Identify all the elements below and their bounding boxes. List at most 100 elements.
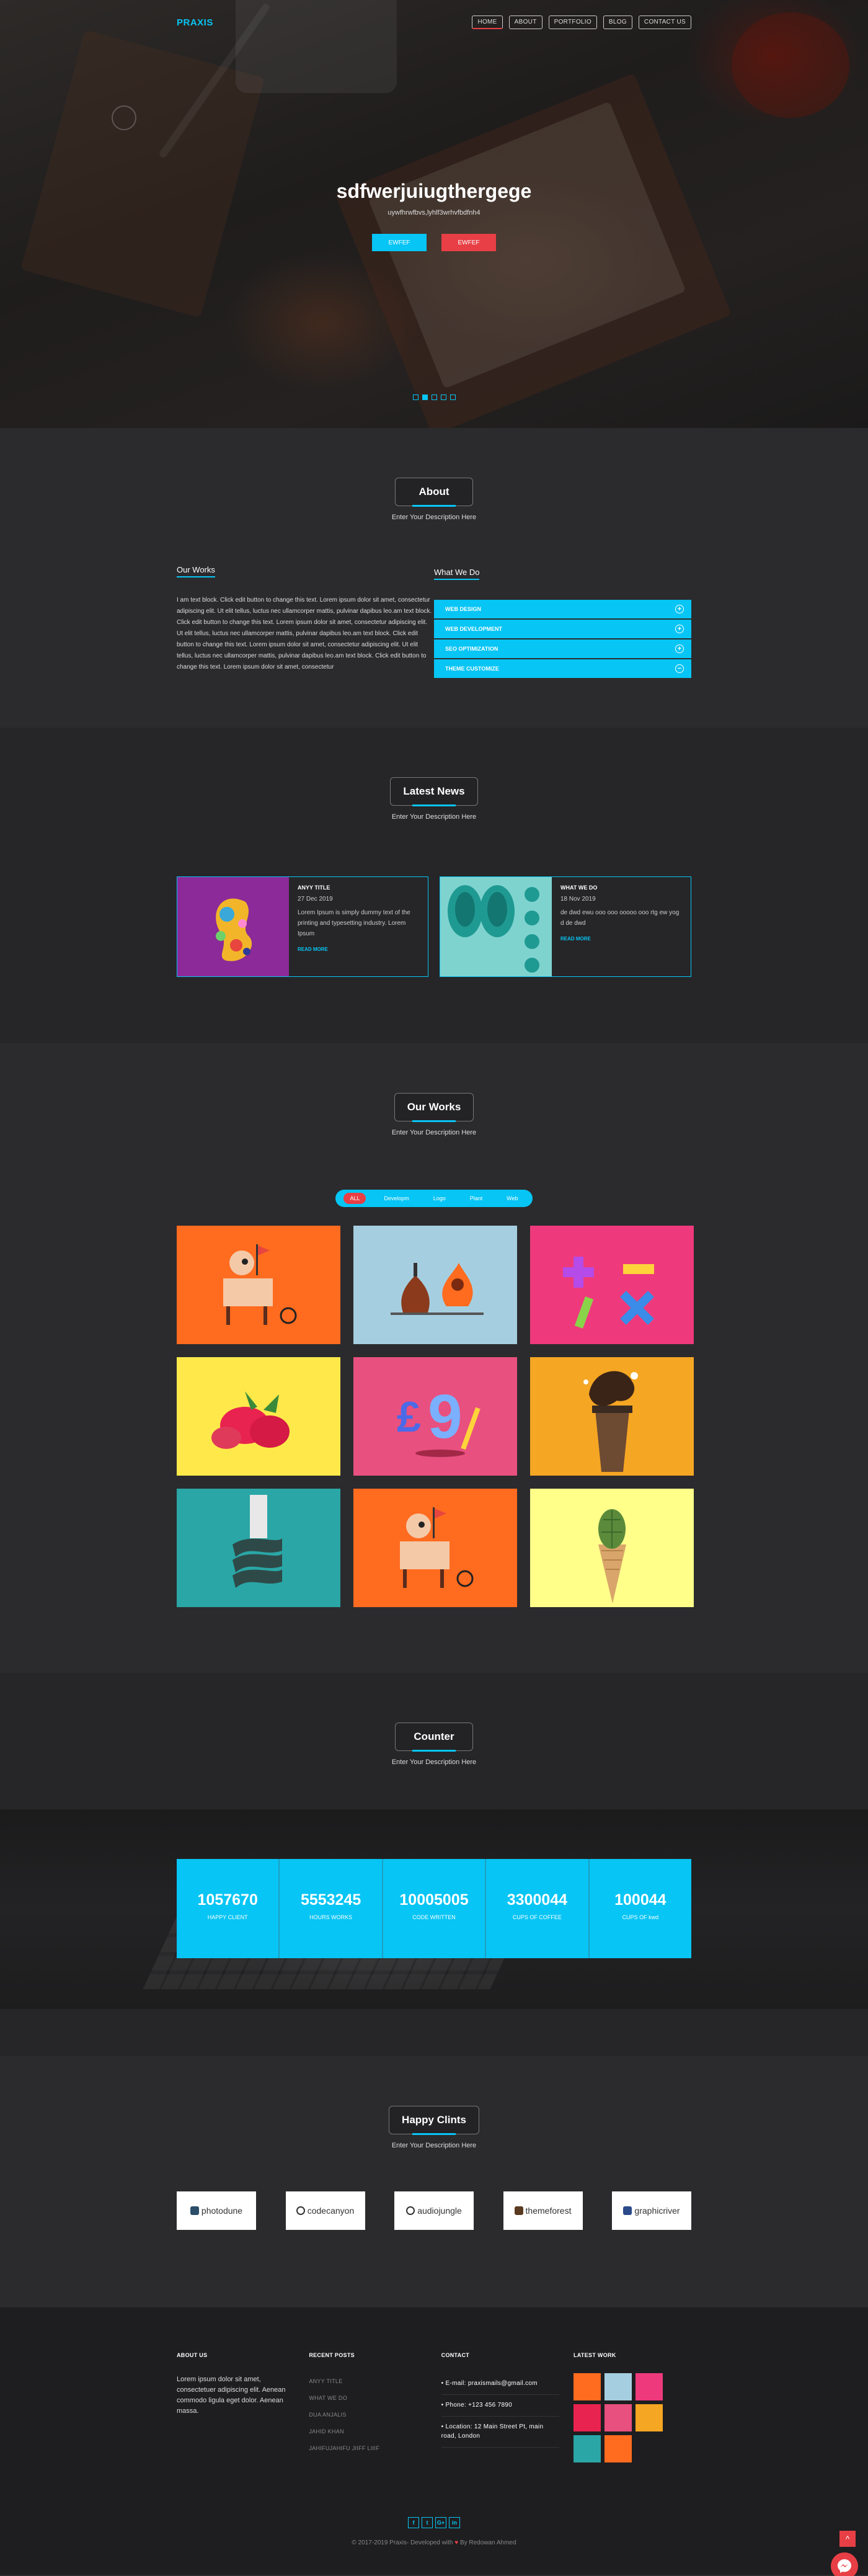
accordion-item-theme[interactable]: THEME CUSTOMIZE − (434, 659, 691, 679)
nav-blog[interactable]: BLOG (603, 16, 632, 29)
slider-dot[interactable] (440, 394, 446, 400)
latest-work-thumb[interactable] (573, 2404, 601, 2431)
hero-bg-shape (112, 105, 136, 130)
latest-work-thumb[interactable] (604, 2373, 632, 2400)
counter-item: 10005005 CODE WRITTEN (383, 1859, 487, 1958)
news-date: 18 Nov 2019 (560, 896, 596, 902)
section-title: About (395, 478, 473, 506)
latest-work-thumb[interactable] (573, 2435, 601, 2462)
slider-dot[interactable] (422, 394, 428, 400)
accordion-item-web-design[interactable]: WEB DESIGN + (434, 600, 691, 620)
recent-post-link[interactable]: DUA ANJALIS (309, 2407, 427, 2423)
counter-item: 1057670 HAPPY CLIENT (177, 1859, 280, 1958)
read-more-link[interactable]: READ MORE (560, 936, 682, 942)
linkedin-icon[interactable]: in (449, 2517, 460, 2528)
slider-dot[interactable] (450, 394, 456, 400)
clients-section: Happy Clints Enter Your Description Here… (0, 2056, 868, 2307)
hero-slider: PRAXIS HOME ABOUT PORTFOLIO BLOG CONTACT… (0, 0, 868, 428)
portfolio-item[interactable]: £ 9 (353, 1357, 517, 1476)
hero-secondary-button[interactable]: EWFEF (441, 234, 496, 251)
twitter-icon[interactable]: t (422, 2517, 433, 2528)
latest-work-thumb[interactable] (604, 2435, 632, 2462)
recent-post-link[interactable]: ANYY TITLE (309, 2373, 427, 2390)
audiojungle-icon (406, 2206, 415, 2215)
nav-about[interactable]: ABOUT (508, 16, 542, 29)
portfolio-item[interactable] (177, 1357, 340, 1476)
nav-contact[interactable]: CONTACT US (638, 16, 691, 29)
works-section: Our Works Enter Your Description Here AL… (0, 1043, 868, 1673)
client-logo-themeforest[interactable]: themeforest (503, 2191, 583, 2230)
brand-logo[interactable]: PRAXIS (177, 17, 213, 28)
slider-dot[interactable] (412, 394, 418, 400)
section-title: Latest News (390, 777, 478, 806)
portfolio-item[interactable] (353, 1489, 517, 1607)
client-logo-codecanyon[interactable]: codecanyon (285, 2191, 365, 2230)
nav-portfolio[interactable]: PORTFOLIO (548, 16, 597, 29)
heart-icon: ♥ (454, 2539, 459, 2546)
footer-heading: LATEST WORK (573, 2352, 616, 2358)
client-logo-photodune[interactable]: photodune (177, 2191, 256, 2230)
portfolio-item[interactable] (530, 1489, 694, 1607)
nav-home[interactable]: HOME (472, 16, 503, 29)
counter-background: 1057670 HAPPY CLIENT 5553245 HOURS WORKS 1… (0, 1809, 868, 2009)
filter-development[interactable]: Developm (378, 1193, 415, 1204)
photodune-icon (190, 2206, 199, 2215)
portfolio-item[interactable] (177, 1226, 340, 1344)
hero-content: sdfwerjuiugthergege uywfhrwfbvs,lyhlf3wr… (0, 180, 868, 251)
counter-item: 100044 CUPS OF kwd (589, 1859, 692, 1958)
counter-item: 3300044 CUPS OF COFFEE (486, 1859, 590, 1958)
recent-post-link[interactable]: WHAT WE DO (309, 2390, 427, 2407)
footer: ABOUT US Lorem ipsum dolor sit amet, con… (0, 2307, 868, 2576)
facebook-icon[interactable]: f (408, 2517, 419, 2528)
portfolio-item[interactable] (530, 1226, 694, 1344)
portfolio-item[interactable] (353, 1226, 517, 1344)
about-left-title: Our Works (177, 565, 215, 577)
footer-contact: CONTACT • E-mail: praxismails@gmail.com … (441, 2352, 559, 2462)
scroll-to-top-button[interactable]: ^ (839, 2531, 856, 2547)
latest-work-thumb[interactable] (573, 2373, 601, 2400)
google-plus-icon[interactable]: G+ (435, 2517, 446, 2528)
plus-icon: + (675, 644, 684, 653)
footer-about-text: Lorem ipsum dolor sit amet, consectetuer… (177, 2376, 286, 2415)
client-logo-graphicriver[interactable]: graphicriver (612, 2191, 691, 2230)
news-card[interactable]: WHAT WE DO 18 Nov 2019 de dwd ewu ooo oo… (440, 876, 691, 977)
news-card[interactable]: ANYY TITLE 27 Dec 2019 Lorem Ipsum is si… (177, 876, 428, 977)
slider-dots (0, 394, 868, 400)
hero-primary-button[interactable]: EWFEF (372, 234, 427, 251)
social-links: f t G+ in (0, 2517, 868, 2528)
footer-heading: ABOUT US (177, 2352, 208, 2358)
messenger-chat-button[interactable] (831, 2552, 858, 2576)
about-right-column: What We Do WEB DESIGN + WEB DEVELOPMENT + … (434, 564, 691, 679)
services-accordion: WEB DESIGN + WEB DEVELOPMENT + SEO OPTIMIZ… (434, 600, 691, 679)
recent-post-link[interactable]: JAHID KHAN (309, 2423, 427, 2440)
portfolio-filter: ALL Developm Logo Plant Web (335, 1190, 533, 1207)
copyright: © 2017-2019 Praxis- Developed with ♥ By … (352, 2539, 516, 2546)
latest-work-thumb[interactable] (604, 2404, 632, 2431)
slider-dot[interactable] (431, 394, 437, 400)
recent-post-link[interactable]: JAHIFUJAHIFU JIIFF LIIIF (309, 2440, 427, 2457)
accordion-item-seo[interactable]: SEO OPTIMIZATION + (434, 640, 691, 659)
svg-text:9: 9 (428, 1382, 463, 1451)
contact-location: • Location: 12 Main Street Pt, main road… (441, 2417, 559, 2448)
themeforest-icon (514, 2206, 523, 2215)
portfolio-item[interactable] (177, 1489, 340, 1607)
filter-plant[interactable]: Plant (464, 1193, 489, 1204)
contact-phone: • Phone: +123 456 7890 (441, 2395, 559, 2417)
news-section: Latest News Enter Your Description Here … (0, 728, 868, 1043)
client-logo-audiojungle[interactable]: audiojungle (394, 2191, 474, 2230)
accordion-item-web-development[interactable]: WEB DEVELOPMENT + (434, 620, 691, 640)
latest-work-thumb[interactable] (635, 2373, 663, 2400)
filter-web[interactable]: Web (500, 1193, 524, 1204)
portfolio-item[interactable] (530, 1357, 694, 1476)
minus-icon: − (675, 664, 684, 673)
news-excerpt: Lorem Ipsum is simply dummy text of the … (298, 909, 410, 937)
footer-about: ABOUT US Lorem ipsum dolor sit amet, con… (177, 2352, 294, 2462)
footer-heading: CONTACT (441, 2352, 470, 2358)
filter-all[interactable]: ALL (343, 1193, 366, 1204)
read-more-link[interactable]: READ MORE (298, 947, 419, 952)
latest-work-thumb[interactable] (635, 2404, 663, 2431)
filter-logo[interactable]: Logo (427, 1193, 452, 1204)
section-title: Our Works (394, 1093, 474, 1121)
plus-icon: + (675, 625, 684, 633)
section-description: Enter Your Description Here (391, 813, 477, 821)
